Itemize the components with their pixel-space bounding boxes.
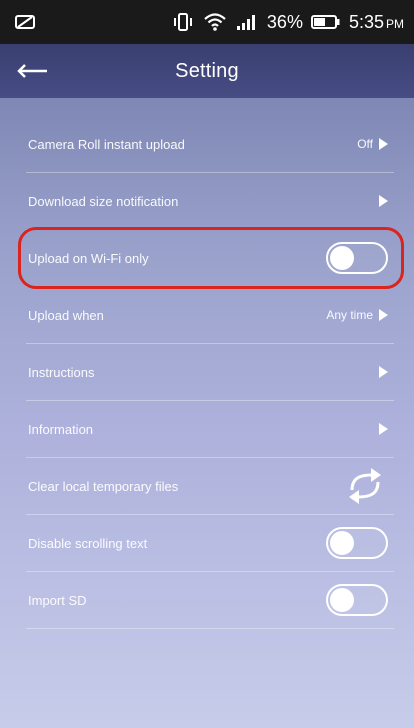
setting-upload-when[interactable]: Upload when Any time bbox=[26, 287, 394, 344]
toggle-knob bbox=[330, 531, 354, 555]
highlight-annotation bbox=[18, 227, 404, 289]
arrow-right-icon bbox=[379, 366, 388, 378]
setting-control bbox=[326, 584, 388, 616]
back-button[interactable] bbox=[0, 44, 64, 98]
setting-label: Instructions bbox=[28, 364, 95, 380]
setting-label: Download size notification bbox=[28, 193, 179, 209]
setting-control bbox=[326, 527, 388, 559]
setting-label: Information bbox=[28, 421, 94, 437]
status-bar: 36% 5:35 PM bbox=[0, 0, 414, 44]
settings-list: Camera Roll instant upload Off Download … bbox=[26, 116, 394, 629]
setting-import-sd: Import SD bbox=[26, 572, 394, 629]
setting-instructions[interactable]: Instructions bbox=[26, 344, 394, 401]
setting-control bbox=[342, 466, 388, 506]
import-sd-toggle[interactable] bbox=[326, 584, 388, 616]
arrow-right-icon bbox=[379, 423, 388, 435]
signal-icon bbox=[236, 15, 255, 30]
setting-label: Disable scrolling text bbox=[28, 535, 148, 551]
setting-control bbox=[379, 423, 388, 435]
page-title: Setting bbox=[175, 59, 239, 82]
arrow-right-icon bbox=[379, 309, 388, 321]
setting-information[interactable]: Information bbox=[26, 401, 394, 458]
notification-icon bbox=[15, 15, 35, 29]
setting-camera-roll-upload[interactable]: Camera Roll instant upload Off bbox=[26, 116, 394, 173]
vibrate-icon bbox=[173, 13, 192, 31]
settings-screen: 36% 5:35 PM Setting Camera Roll instant u… bbox=[0, 0, 414, 728]
clock-time: 5:35 bbox=[348, 11, 384, 32]
battery-icon bbox=[310, 15, 340, 29]
setting-download-size-notification[interactable]: Download size notification bbox=[26, 173, 394, 230]
scrolling-text-toggle[interactable] bbox=[326, 527, 388, 559]
arrow-right-icon bbox=[379, 138, 388, 150]
setting-control bbox=[379, 366, 388, 378]
setting-clear-temp-files: Clear local temporary files bbox=[26, 458, 394, 515]
setting-label: Clear local temporary files bbox=[28, 478, 179, 494]
arrow-right-icon bbox=[379, 195, 388, 207]
setting-control: Off bbox=[357, 137, 388, 151]
setting-label: Upload when bbox=[28, 307, 104, 323]
status-left bbox=[14, 13, 36, 31]
wifi-icon bbox=[204, 13, 226, 31]
setting-control bbox=[379, 195, 388, 207]
setting-control: Any time bbox=[326, 308, 388, 322]
setting-disable-scrolling-text: Disable scrolling text bbox=[26, 515, 394, 572]
clock-suffix: PM bbox=[386, 16, 404, 31]
battery-percent: 36% bbox=[266, 11, 303, 32]
back-arrow-icon bbox=[17, 64, 47, 78]
setting-label: Camera Roll instant upload bbox=[28, 136, 185, 152]
setting-label: Import SD bbox=[28, 592, 87, 608]
setting-value: Off bbox=[357, 137, 373, 151]
refresh-icon[interactable] bbox=[342, 466, 388, 506]
clock: 5:35 PM bbox=[349, 12, 404, 33]
app-header: Setting bbox=[0, 44, 414, 98]
status-right: 36% 5:35 PM bbox=[171, 12, 404, 33]
setting-value: Any time bbox=[326, 308, 373, 322]
toggle-knob bbox=[330, 588, 354, 612]
